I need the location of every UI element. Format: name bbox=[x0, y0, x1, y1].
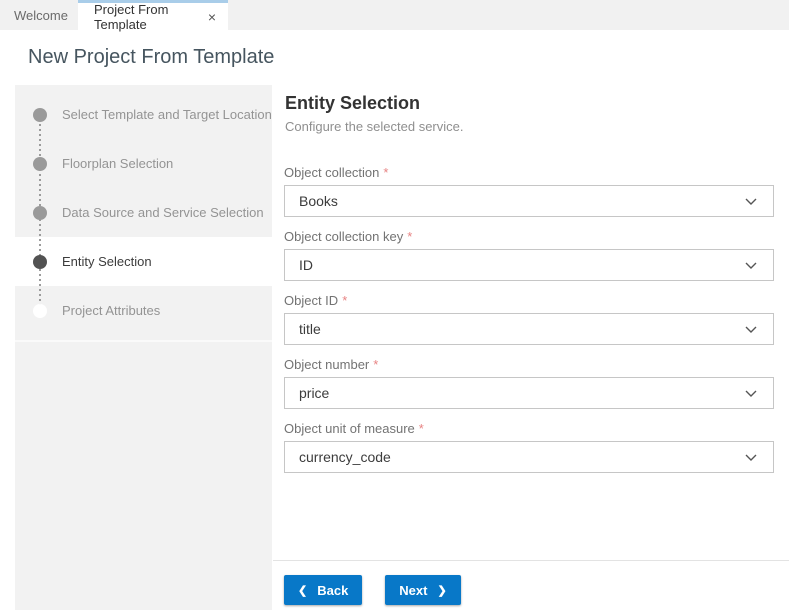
chevron-down-icon bbox=[745, 326, 757, 333]
wizard-step-upcoming[interactable]: Project Attributes bbox=[15, 286, 272, 335]
chevron-down-icon bbox=[745, 390, 757, 397]
back-button[interactable]: ❮ Back bbox=[284, 575, 363, 605]
chevron-down-icon bbox=[745, 454, 757, 461]
footer-divider bbox=[273, 560, 789, 561]
wizard-window: Welcome Project From Template × New Proj… bbox=[0, 0, 789, 614]
wizard-sidebar: Select Template and Target Location Floo… bbox=[15, 85, 272, 610]
page-title: New Project From Template bbox=[28, 46, 275, 68]
tab-welcome-label: Welcome bbox=[14, 7, 68, 23]
dropdown[interactable]: price bbox=[284, 377, 774, 409]
entity-selection-form: Object collection * Books Object collecti… bbox=[284, 165, 774, 485]
wizard-nav-buttons: ❮ Back Next ❯ bbox=[284, 575, 461, 605]
step-circle-icon bbox=[33, 156, 47, 171]
step-circle-icon bbox=[33, 254, 47, 269]
dropdown-selected-value: ID bbox=[299, 257, 313, 273]
dropdown-selected-value: Books bbox=[299, 193, 338, 209]
form-group: Object collection key * ID bbox=[284, 229, 774, 281]
step-subtitle: Configure the selected service. bbox=[285, 119, 464, 134]
dropdown[interactable]: currency_code bbox=[284, 441, 774, 473]
chevron-left-icon: ❮ bbox=[298, 584, 308, 597]
required-asterisk: * bbox=[418, 421, 424, 436]
dropdown-selected-value: currency_code bbox=[299, 449, 391, 465]
required-asterisk: * bbox=[383, 165, 389, 180]
close-icon[interactable]: × bbox=[208, 10, 216, 24]
step-label: Floorplan Selection bbox=[62, 156, 174, 171]
editor-tab-bar: Welcome Project From Template × bbox=[0, 0, 789, 32]
form-group: Object unit of measure * currency_code bbox=[284, 421, 774, 473]
step-label: Entity Selection bbox=[62, 254, 152, 269]
chevron-down-icon bbox=[745, 198, 757, 205]
dropdown-selected-value: title bbox=[299, 321, 321, 337]
form-group: Object collection * Books bbox=[284, 165, 774, 217]
next-button-label: Next bbox=[399, 582, 428, 598]
field-label: Object number bbox=[284, 357, 370, 372]
wizard-step-completed[interactable]: Floorplan Selection bbox=[15, 139, 272, 188]
step-label: Select Template and Target Location bbox=[62, 107, 272, 122]
required-asterisk: * bbox=[407, 229, 413, 244]
tab-project-from-template[interactable]: Project From Template × bbox=[78, 0, 228, 32]
next-button[interactable]: Next ❯ bbox=[385, 575, 461, 605]
tab-project-label: Project From Template bbox=[94, 1, 169, 32]
step-circle-icon bbox=[33, 303, 47, 318]
field-label: Object unit of measure bbox=[284, 421, 415, 436]
step-label: Data Source and Service Selection bbox=[62, 205, 264, 220]
form-group: Object number * price bbox=[284, 357, 774, 409]
step-circle-icon bbox=[33, 205, 47, 220]
dropdown[interactable]: title bbox=[284, 313, 774, 345]
required-asterisk: * bbox=[342, 293, 348, 308]
back-button-label: Back bbox=[317, 582, 349, 598]
wizard-step-active[interactable]: Entity Selection bbox=[15, 237, 272, 286]
form-group: Object ID * title bbox=[284, 293, 774, 345]
required-asterisk: * bbox=[373, 357, 379, 372]
tab-welcome[interactable]: Welcome bbox=[0, 0, 82, 30]
wizard-step-completed[interactable]: Data Source and Service Selection bbox=[15, 188, 272, 237]
field-label: Object ID bbox=[284, 293, 339, 308]
dropdown-selected-value: price bbox=[299, 385, 330, 401]
field-label: Object collection bbox=[284, 165, 380, 180]
wizard-step-completed[interactable]: Select Template and Target Location bbox=[15, 90, 272, 139]
dropdown[interactable]: Books bbox=[284, 185, 774, 217]
sidebar-divider bbox=[15, 340, 272, 342]
step-title: Entity Selection bbox=[285, 93, 421, 113]
dropdown[interactable]: ID bbox=[284, 249, 774, 281]
chevron-right-icon: ❯ bbox=[437, 584, 447, 597]
chevron-down-icon bbox=[745, 262, 757, 269]
field-label: Object collection key bbox=[284, 229, 404, 244]
step-label: Project Attributes bbox=[62, 303, 161, 318]
step-circle-icon bbox=[33, 107, 47, 122]
wizard-steps: Select Template and Target Location Floo… bbox=[15, 85, 272, 335]
